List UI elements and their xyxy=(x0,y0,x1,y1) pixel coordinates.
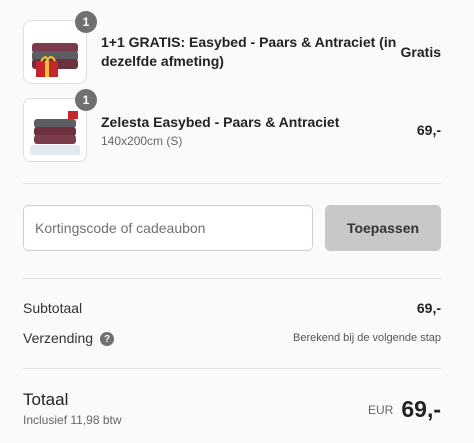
product-name: 1+1 GRATIS: Easybed - Paars & Antraciet … xyxy=(101,34,397,69)
subtotal-value: 69,- xyxy=(416,300,441,316)
total-label: Totaal xyxy=(23,390,69,409)
total-row: Totaal Inclusief 11,98 btw EUR 69,- xyxy=(23,390,441,427)
divider xyxy=(23,368,441,369)
total-value-group: EUR 69,- xyxy=(368,396,441,423)
item-info: 1+1 GRATIS: Easybed - Paars & Antraciet … xyxy=(101,33,401,71)
item-info: Zelesta Easybed - Paars & Antraciet 140x… xyxy=(101,113,417,148)
shipping-row: Verzending? Berekend bij de volgende sta… xyxy=(23,330,441,347)
total-amount: 69,- xyxy=(401,396,441,422)
divider xyxy=(23,278,441,279)
total-label-group: Totaal Inclusief 11,98 btw xyxy=(23,390,122,427)
subtotal-label: Subtotaal xyxy=(23,300,83,316)
apply-discount-button[interactable]: Toepassen xyxy=(325,205,441,251)
product-price: 69,- xyxy=(416,122,441,138)
subtotal-row: Subtotaal 69,- xyxy=(23,300,441,316)
product-variant: 140x200cm (S) xyxy=(101,133,183,148)
discount-form: Toepassen xyxy=(23,205,441,251)
help-icon[interactable]: ? xyxy=(100,332,115,347)
shipping-label-group: Verzending? xyxy=(23,330,115,347)
shipping-value: Berekend bij de volgende stap xyxy=(293,332,441,345)
quantity-badge: 1 xyxy=(75,11,97,33)
cart-item: 1 Zelesta Easybed - Paars & Antraciet 14… xyxy=(23,89,441,162)
folded-blanket-icon xyxy=(30,111,80,155)
discount-code-input[interactable] xyxy=(23,205,313,251)
product-thumbnail: 1 xyxy=(23,89,97,162)
tax-note: Inclusief 11,98 btw xyxy=(23,413,122,427)
shipping-label: Verzending xyxy=(23,330,94,346)
cart-item-free: 1 1+1 GRATIS: Easybed - Paars & Antracie… xyxy=(23,11,441,84)
product-price: Gratis xyxy=(400,44,441,60)
currency-code: EUR xyxy=(368,402,394,417)
divider xyxy=(23,183,441,184)
folded-blanket-gift-icon xyxy=(32,43,78,77)
quantity-badge: 1 xyxy=(75,89,97,111)
product-name: Zelesta Easybed - Paars & Antraciet xyxy=(101,113,340,130)
product-thumbnail: 1 xyxy=(23,11,97,84)
